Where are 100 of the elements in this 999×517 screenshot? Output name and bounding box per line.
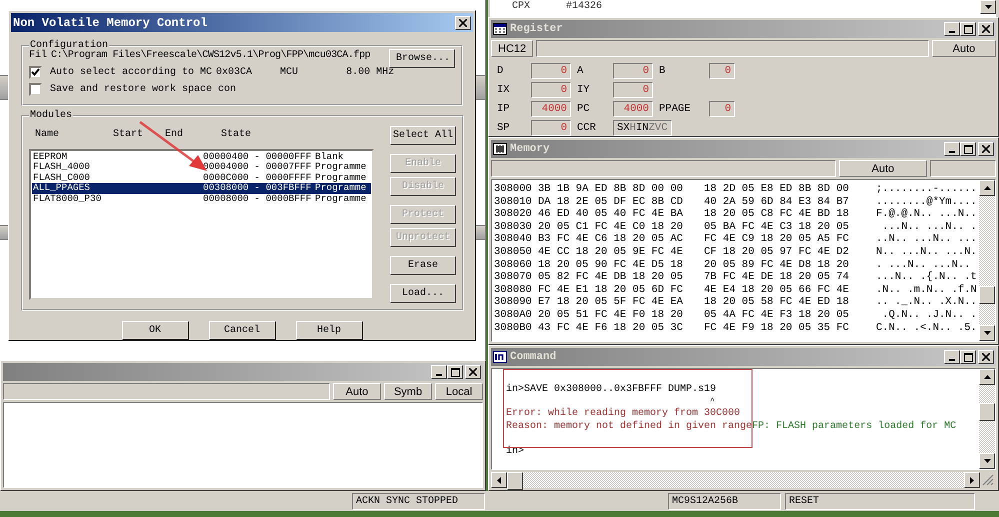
maximize-icon [964, 144, 972, 154]
code-text: CPX [512, 0, 530, 13]
hex-bytes: 4E CC 18 20 05 9E FC 4E [538, 246, 684, 259]
flag-bit: I [636, 122, 642, 134]
hex-bytes: DA 18 2E 05 DF EC 8B CD [538, 196, 684, 208]
memory-address: 3080B0 [494, 322, 533, 334]
close-icon [459, 18, 467, 26]
dialog-button[interactable]: Help [296, 321, 362, 340]
hex-bytes: 18 20 05 90 FC 4E D5 18 [538, 258, 684, 272]
close-button[interactable] [455, 16, 471, 30]
flag-bit: Z [648, 122, 655, 134]
hex-bytes: FC 4E C9 18 20 05 A5 FC [704, 233, 850, 246]
close-button[interactable] [978, 142, 994, 156]
minimize-button[interactable] [431, 365, 447, 379]
horizontal-scrollbar[interactable] [491, 472, 980, 488]
column-header[interactable]: End [165, 128, 221, 140]
vertical-scrollbar[interactable] [979, 180, 995, 341]
console-text: Error: while reading memory from 30C000 [506, 407, 740, 420]
close-button[interactable] [978, 350, 994, 364]
dialog-button[interactable]: Cancel [208, 321, 276, 340]
close-icon [982, 25, 990, 33]
hex-bytes: 05 BA FC 4E C3 18 20 05 [704, 220, 850, 234]
browse-button[interactable]: Browse... [389, 49, 455, 68]
column-header[interactable]: Start [113, 128, 165, 140]
scroll-down-button[interactable] [980, 0, 996, 14]
list-row[interactable]: FLASH_4000 00004000 - 00007FFF Programme [32, 162, 371, 173]
up-arrow-icon [984, 186, 990, 190]
flag-bit: C [661, 122, 668, 134]
flag-bit: S [617, 122, 624, 134]
scroll-right-button[interactable] [964, 472, 980, 488]
maximize-button[interactable] [447, 365, 463, 379]
checkbox[interactable] [29, 83, 42, 96]
register-label: D [497, 64, 504, 76]
hex-bytes: 7B FC 4E DE 18 20 05 74 [704, 271, 850, 284]
column-header[interactable]: Name [35, 128, 113, 140]
scrollbar-thumb[interactable] [979, 403, 995, 421]
scroll-down-button[interactable] [979, 453, 995, 469]
close-button[interactable] [978, 22, 994, 36]
terminal-icon [493, 351, 507, 363]
module-button[interactable]: Select All [390, 126, 456, 145]
auto-button[interactable]: Auto [839, 160, 927, 177]
maximize-button[interactable] [960, 350, 976, 364]
vertical-scrollbar[interactable] [979, 369, 995, 469]
maximize-button[interactable] [960, 142, 976, 156]
toolbar-button[interactable]: Symb [384, 383, 432, 400]
toolbar-button[interactable]: Local [435, 383, 483, 400]
down-arrow-icon [984, 459, 990, 463]
minimize-button[interactable] [944, 22, 960, 36]
hex-bytes: 4E E4 18 20 05 66 FC 4E [704, 284, 850, 296]
column-header[interactable]: State [221, 128, 374, 140]
memory-address: 308050 [494, 246, 533, 259]
memory-address: 308010 [494, 196, 533, 208]
list-row[interactable]: FLASH_C000 0000C000 - 0000FFFF Programme [32, 172, 371, 184]
cpu-label: HC12 [491, 40, 534, 57]
register-label: B [659, 64, 666, 76]
dialog-button[interactable]: OK [122, 321, 188, 340]
scroll-down-button[interactable] [979, 325, 995, 341]
close-icon [982, 145, 990, 153]
register-label: SP [497, 122, 511, 134]
up-arrow-icon [984, 375, 990, 379]
memory-address: 308030 [494, 220, 533, 234]
field-label: Fil [29, 50, 48, 61]
window-title: Command [510, 351, 556, 363]
right-arrow-icon [970, 476, 974, 484]
hex-bytes: 05 82 FC 4E DB 18 20 05 [538, 271, 684, 284]
status-text: ACKN SYNC STOPPED [352, 492, 485, 510]
module-button[interactable]: Erase [390, 256, 456, 275]
ascii-text: ........@*Ym.... [876, 196, 977, 208]
hex-bytes: 20 05 89 FC 4E D8 18 20 [704, 258, 850, 272]
maximize-icon [964, 24, 972, 34]
auto-button[interactable]: Auto [932, 40, 996, 57]
hex-bytes: FC 4E E1 18 20 05 6D FC [538, 284, 684, 296]
group-label: Modules [29, 110, 74, 121]
left-arrow-icon [497, 476, 501, 484]
maximize-button[interactable] [960, 22, 976, 36]
ccr-field[interactable]: SXHINZVC [613, 120, 672, 136]
list-row[interactable]: ALL_PPAGES 00308000 - 003FBFFF Programme [32, 183, 371, 194]
hex-bytes: 18 20 05 58 FC 4E ED 18 [704, 296, 850, 309]
ascii-text: ...N.. .{.N.. .t [876, 271, 977, 284]
console-text: FP: FLASH parameters loaded for MC [752, 420, 956, 433]
minimize-button[interactable] [944, 142, 960, 156]
list-row[interactable]: EEPROM 00000400 - 00000FFF Blank [32, 152, 371, 162]
scroll-up-button[interactable] [979, 369, 995, 385]
close-icon [469, 368, 477, 376]
maximize-icon [964, 352, 972, 362]
ascii-text: ;........-...... [876, 183, 977, 196]
list-row[interactable]: FLAT8000_P30 00008000 - 0000BFFF Programme [32, 194, 371, 204]
toolbar-button[interactable]: Auto [333, 383, 381, 400]
register-label: CCR [577, 122, 597, 134]
chip-icon [493, 143, 507, 155]
console-text: in> [506, 445, 524, 458]
checkbox[interactable] [29, 66, 42, 79]
scroll-left-button[interactable] [491, 472, 507, 488]
scrollbar-thumb[interactable] [979, 286, 995, 304]
scroll-up-button[interactable] [979, 180, 995, 196]
maximize-icon [450, 368, 460, 376]
module-button[interactable]: Load... [390, 284, 456, 303]
close-button[interactable] [465, 365, 481, 379]
scrollbar-thumb[interactable] [507, 472, 523, 490]
minimize-button[interactable] [944, 350, 960, 364]
